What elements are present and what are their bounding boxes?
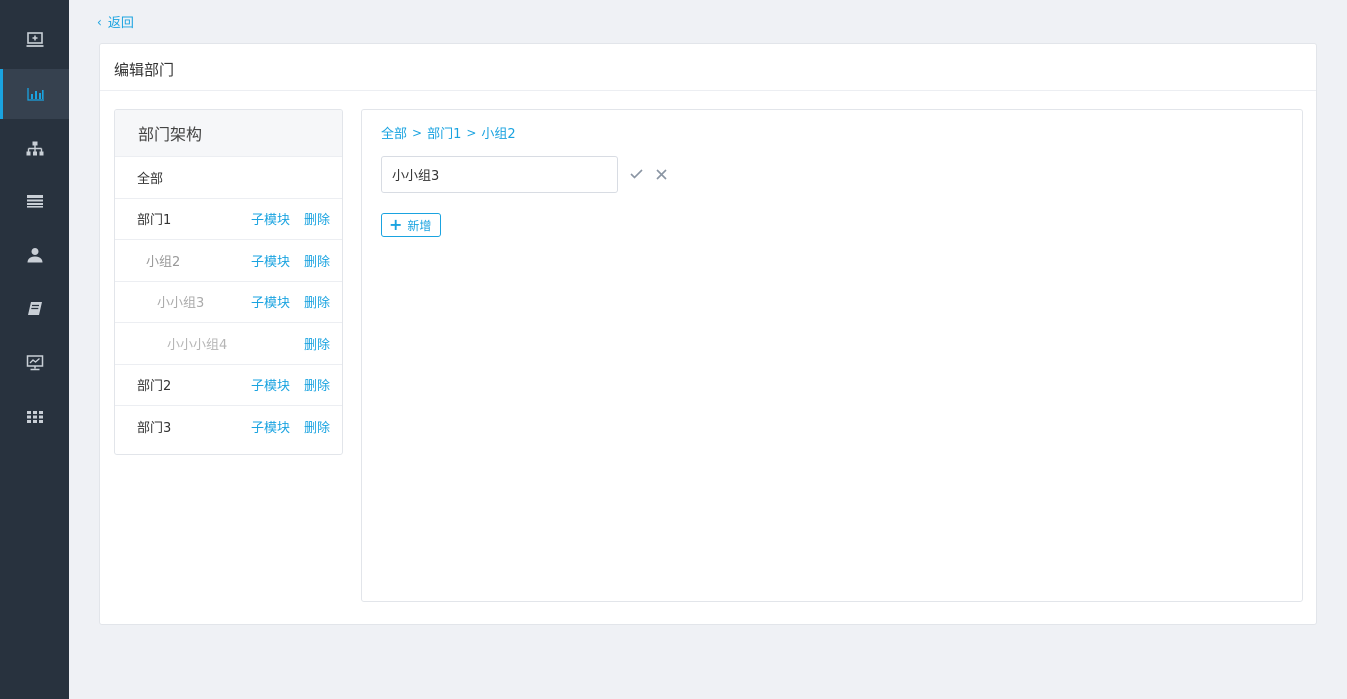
- book-icon: [27, 302, 42, 315]
- edit-area: 全部 > 部门1 > 小组2 + 新增: [361, 109, 1303, 602]
- chevron-left-icon: ‹: [97, 13, 102, 30]
- edit-department-panel: 编辑部门 部门架构 全部 部门1 子模块 删除 小组2 子模块 删除 小小组3 子模块 删除 小小小…: [99, 43, 1317, 625]
- list-icon: [26, 195, 43, 208]
- apps-grid-icon: [26, 411, 43, 423]
- breadcrumb-item[interactable]: 部门1: [427, 123, 461, 142]
- bar-chart-icon: [27, 88, 44, 101]
- delete-link[interactable]: 删除: [304, 209, 330, 228]
- tree-row[interactable]: 全部: [115, 157, 342, 199]
- sidebar-item-organization[interactable]: [0, 124, 69, 174]
- breadcrumb: 全部 > 部门1 > 小组2: [381, 123, 516, 143]
- sidebar-item-monitor[interactable]: [0, 338, 69, 388]
- tree-row[interactable]: 小小小组4 删除: [115, 323, 342, 365]
- check-icon: [629, 169, 643, 179]
- breadcrumb-item[interactable]: 全部: [381, 123, 407, 142]
- confirm-button[interactable]: [628, 166, 644, 182]
- add-submodule-link[interactable]: 子模块: [251, 375, 290, 394]
- breadcrumb-separator-icon: >: [466, 125, 477, 140]
- add-submodule-link[interactable]: 子模块: [251, 417, 290, 436]
- tree-row[interactable]: 部门1 子模块 删除: [115, 199, 342, 240]
- org-tree-icon: [26, 141, 43, 156]
- add-submodule-link[interactable]: 子模块: [251, 292, 290, 311]
- tree-row[interactable]: 部门2 子模块 删除: [115, 365, 342, 406]
- breadcrumb-item[interactable]: 小组2: [481, 123, 515, 142]
- tree-row-name: 小小小组4: [167, 337, 228, 353]
- divider: [100, 90, 1316, 91]
- delete-link[interactable]: 删除: [304, 334, 330, 353]
- cancel-button[interactable]: [653, 166, 669, 182]
- tree-row-name: 小组2: [146, 254, 181, 270]
- delete-link[interactable]: 删除: [304, 292, 330, 311]
- monitor-chart-icon: [26, 355, 43, 371]
- add-submodule-link[interactable]: 子模块: [251, 209, 290, 228]
- delete-link[interactable]: 删除: [304, 417, 330, 436]
- tree-row-name: 部门3: [137, 421, 172, 437]
- sidebar-item-dashboard[interactable]: [0, 15, 69, 65]
- add-submodule-link[interactable]: 子模块: [251, 251, 290, 270]
- department-tree: 部门架构 全部 部门1 子模块 删除 小组2 子模块 删除 小小组3 子模块 删除 小小小组4 删除部…: [114, 109, 343, 455]
- sidebar-item-records[interactable]: [0, 176, 69, 226]
- tree-row-name: 小小组3: [157, 296, 205, 312]
- delete-link[interactable]: 删除: [304, 251, 330, 270]
- sidebar-item-users[interactable]: [0, 230, 69, 280]
- tree-row-name: 部门2: [137, 379, 172, 395]
- tree-row-name: 部门1: [137, 213, 172, 229]
- close-icon: [655, 168, 667, 180]
- back-link-label: 返回: [107, 16, 134, 31]
- back-link[interactable]: ‹ 返回: [97, 12, 134, 31]
- sidebar-item-statistics[interactable]: [0, 69, 69, 119]
- plus-icon: +: [389, 215, 403, 234]
- tree-header: 部门架构: [115, 110, 342, 157]
- tree-row-name: 全部: [137, 171, 164, 187]
- department-name-input[interactable]: [381, 156, 618, 193]
- page-title: 编辑部门: [114, 61, 175, 79]
- add-button[interactable]: + 新增: [381, 213, 442, 237]
- breadcrumb-separator-icon: >: [412, 125, 423, 140]
- sidebar: [0, 0, 69, 699]
- sidebar-item-documents[interactable]: [0, 284, 69, 334]
- tree-row[interactable]: 小组2 子模块 删除: [115, 240, 342, 282]
- tree-row[interactable]: 部门3 子模块 删除: [115, 406, 342, 448]
- user-icon: [27, 248, 42, 263]
- tree-row[interactable]: 小小组3 子模块 删除: [115, 282, 342, 323]
- sidebar-item-apps[interactable]: [0, 392, 69, 442]
- add-button-label: 新增: [407, 218, 432, 233]
- delete-link[interactable]: 删除: [304, 375, 330, 394]
- screen-plus-icon: [26, 32, 43, 47]
